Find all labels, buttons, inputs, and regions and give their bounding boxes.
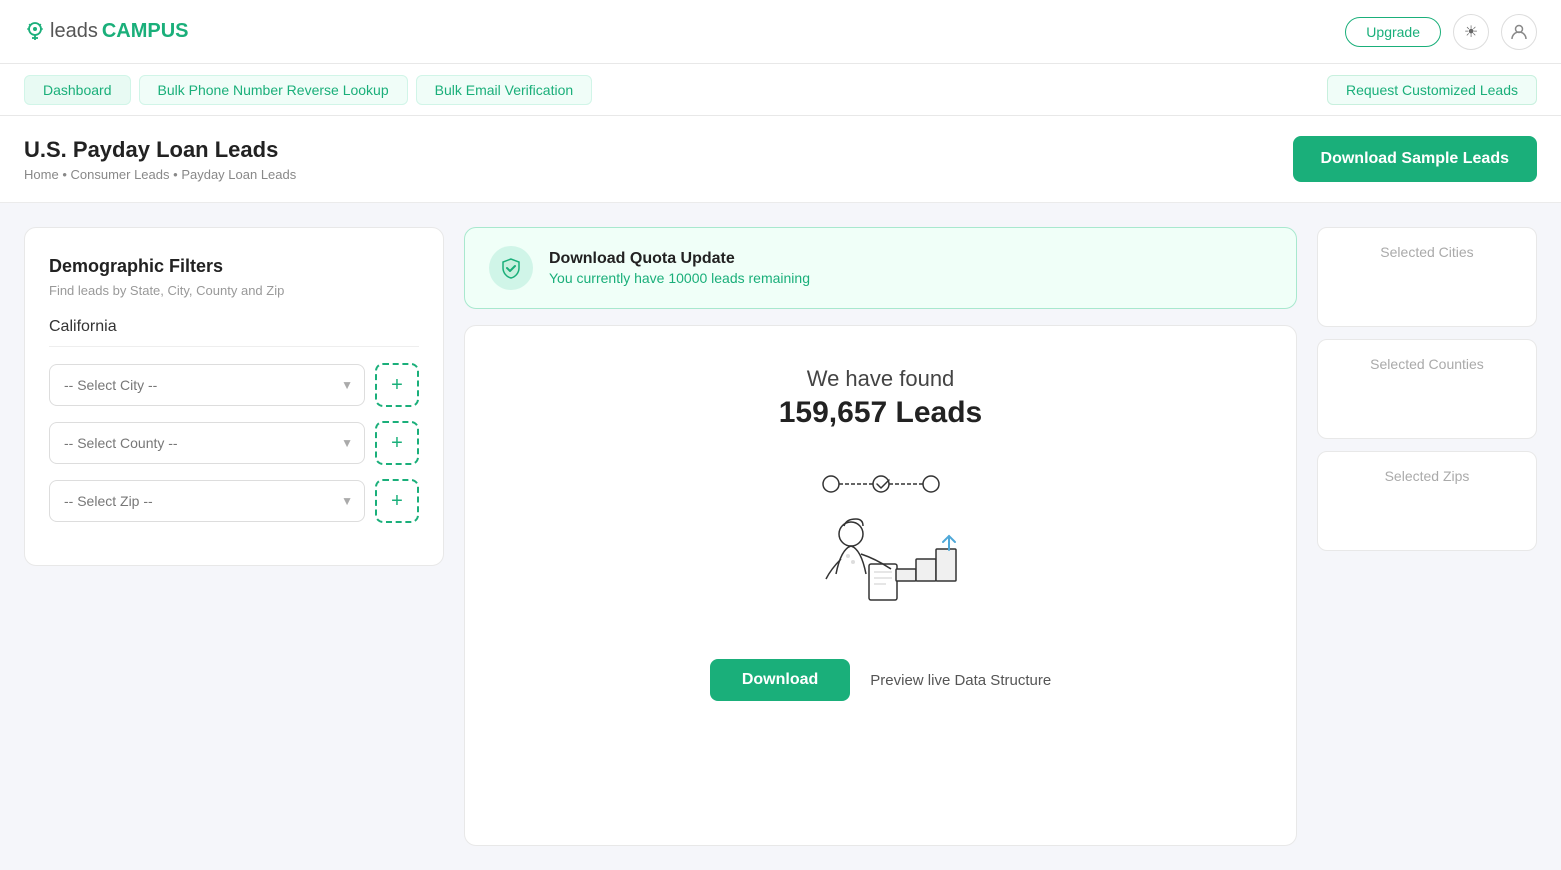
illustration xyxy=(781,454,981,619)
add-county-button[interactable]: + xyxy=(375,421,419,465)
user-icon xyxy=(1511,24,1527,40)
quota-title: Download Quota Update xyxy=(549,250,810,268)
selected-counties-label: Selected Counties xyxy=(1334,356,1520,372)
city-filter-row: -- Select City -- ▼ + xyxy=(49,363,419,407)
selected-zips-label: Selected Zips xyxy=(1334,468,1520,484)
results-panel: We have found 159,657 Leads xyxy=(464,325,1297,846)
logo-icon xyxy=(24,21,46,43)
quota-subtitle: You currently have 10000 leads remaining xyxy=(549,270,810,286)
logo-leads-text: leads xyxy=(50,20,98,43)
request-customized-leads-button[interactable]: Request Customized Leads xyxy=(1327,75,1537,105)
zip-select[interactable]: -- Select Zip -- xyxy=(49,480,365,522)
breadcrumb-sep1: • xyxy=(62,167,67,182)
shield-check-icon xyxy=(500,257,522,279)
quota-banner: Download Quota Update You currently have… xyxy=(464,227,1297,309)
quota-icon xyxy=(489,246,533,290)
nav-bar: Dashboard Bulk Phone Number Reverse Look… xyxy=(0,64,1561,116)
panel-subtitle: Find leads by State, City, County and Zi… xyxy=(49,283,419,298)
county-select[interactable]: -- Select County -- xyxy=(49,422,365,464)
zip-filter-row: -- Select Zip -- ▼ + xyxy=(49,479,419,523)
main-content: Demographic Filters Find leads by State,… xyxy=(0,203,1561,870)
selected-cities-section: Selected Cities xyxy=(1317,227,1537,327)
logo: leads CAMPUS xyxy=(24,20,188,43)
download-button[interactable]: Download xyxy=(710,659,850,701)
page-header: U.S. Payday Loan Leads Home • Consumer L… xyxy=(0,116,1561,203)
selected-cities-label: Selected Cities xyxy=(1334,244,1520,260)
breadcrumb: Home • Consumer Leads • Payday Loan Lead… xyxy=(24,167,296,182)
header-actions: Upgrade ☀ xyxy=(1345,14,1537,50)
user-profile-button[interactable] xyxy=(1501,14,1537,50)
nav-tabs: Dashboard Bulk Phone Number Reverse Look… xyxy=(24,75,592,105)
leads-illustration xyxy=(781,454,981,614)
leads-count: 159,657 Leads xyxy=(779,396,982,430)
city-select-wrapper: -- Select City -- ▼ xyxy=(49,364,365,406)
theme-toggle-button[interactable]: ☀ xyxy=(1453,14,1489,50)
page-title: U.S. Payday Loan Leads xyxy=(24,137,296,163)
add-zip-button[interactable]: + xyxy=(375,479,419,523)
breadcrumb-payday: Payday Loan Leads xyxy=(181,167,296,182)
preview-data-structure-button[interactable]: Preview live Data Structure xyxy=(870,672,1051,689)
state-label: California xyxy=(49,318,419,347)
action-row: Download Preview live Data Structure xyxy=(710,659,1051,701)
logo-campus-text: CAMPUS xyxy=(102,20,189,43)
nav-tab-email-verification[interactable]: Bulk Email Verification xyxy=(416,75,593,105)
header: leads CAMPUS Upgrade ☀ xyxy=(0,0,1561,64)
panel-title: Demographic Filters xyxy=(49,256,419,277)
breadcrumb-home: Home xyxy=(24,167,59,182)
upgrade-button[interactable]: Upgrade xyxy=(1345,17,1441,47)
found-text: We have found xyxy=(807,366,955,392)
county-filter-row: -- Select County -- ▼ + xyxy=(49,421,419,465)
download-sample-leads-button[interactable]: Download Sample Leads xyxy=(1293,136,1537,182)
sun-icon: ☀ xyxy=(1464,22,1478,42)
middle-panel: Download Quota Update You currently have… xyxy=(464,227,1297,846)
selected-counties-section: Selected Counties xyxy=(1317,339,1537,439)
nav-tab-dashboard[interactable]: Dashboard xyxy=(24,75,131,105)
add-city-button[interactable]: + xyxy=(375,363,419,407)
quota-text: Download Quota Update You currently have… xyxy=(549,250,810,286)
zip-select-wrapper: -- Select Zip -- ▼ xyxy=(49,480,365,522)
city-select[interactable]: -- Select City -- xyxy=(49,364,365,406)
county-select-wrapper: -- Select County -- ▼ xyxy=(49,422,365,464)
selected-zips-section: Selected Zips xyxy=(1317,451,1537,551)
page-header-info: U.S. Payday Loan Leads Home • Consumer L… xyxy=(24,137,296,182)
left-panel: Demographic Filters Find leads by State,… xyxy=(24,227,444,566)
breadcrumb-consumer: Consumer Leads xyxy=(71,167,170,182)
nav-tab-reverse-lookup[interactable]: Bulk Phone Number Reverse Lookup xyxy=(139,75,408,105)
breadcrumb-sep2: • xyxy=(173,167,178,182)
right-panel: Selected Cities Selected Counties Select… xyxy=(1317,227,1537,846)
